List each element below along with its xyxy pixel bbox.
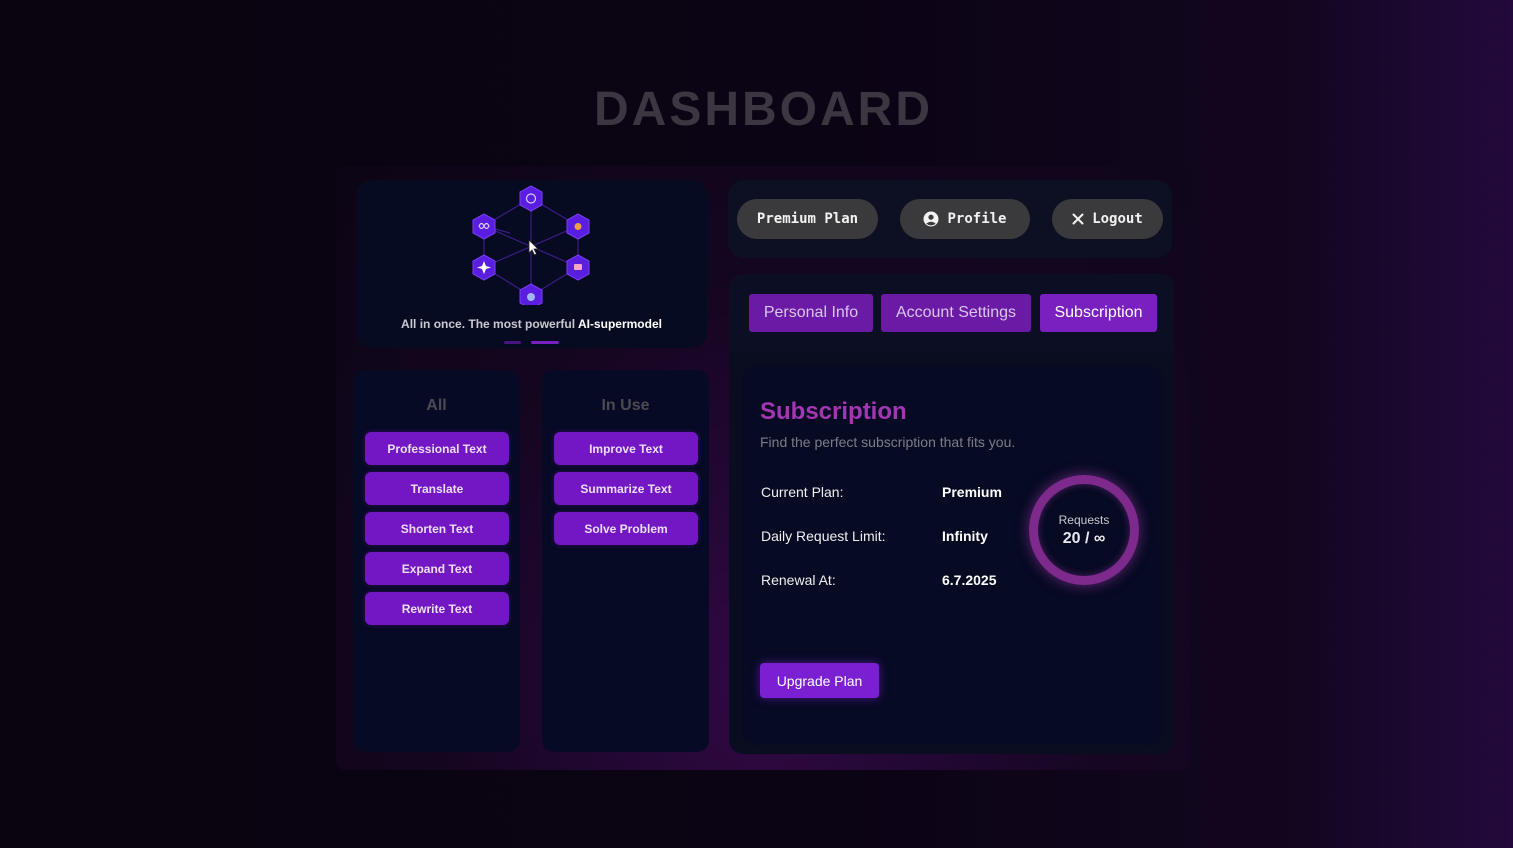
requests-value: 20 / ∞ bbox=[1062, 530, 1106, 547]
subscription-title: Subscription bbox=[760, 398, 907, 425]
premium-plan-label: Premium Plan bbox=[756, 211, 859, 227]
action-expand-text[interactable]: Expand Text bbox=[365, 552, 509, 585]
hero-tagline-prefix: All in once. The most powerful bbox=[401, 317, 578, 331]
daily-limit-value: Infinity bbox=[942, 528, 988, 544]
user-circle-icon bbox=[923, 211, 939, 227]
logout-button[interactable]: Logout bbox=[1052, 199, 1163, 239]
renewal-value: 6.7.2025 bbox=[942, 572, 997, 588]
profile-label: Profile bbox=[947, 211, 1007, 227]
profile-button[interactable]: Profile bbox=[900, 199, 1030, 239]
logout-label: Logout bbox=[1092, 211, 1143, 227]
in-use-actions-column bbox=[542, 370, 709, 752]
in-use-column-heading: In Use bbox=[601, 397, 650, 414]
cursor-icon bbox=[528, 239, 539, 256]
close-icon bbox=[1072, 213, 1084, 225]
daily-limit-label: Daily Request Limit: bbox=[761, 528, 886, 544]
current-plan-label: Current Plan: bbox=[761, 484, 844, 500]
page-title: DASHBOARD bbox=[594, 83, 933, 136]
action-professional-text[interactable]: Professional Text bbox=[365, 432, 509, 465]
tab-personal-info[interactable]: Personal Info bbox=[749, 294, 873, 332]
action-summarize-text[interactable]: Summarize Text bbox=[554, 472, 698, 505]
requests-label: Requests bbox=[1058, 513, 1110, 527]
action-shorten-text[interactable]: Shorten Text bbox=[365, 512, 509, 545]
action-translate[interactable]: Translate bbox=[365, 472, 509, 505]
renewal-label: Renewal At: bbox=[761, 572, 836, 588]
tab-account-settings[interactable]: Account Settings bbox=[881, 294, 1031, 332]
current-plan-value: Premium bbox=[942, 484, 1002, 500]
action-improve-text[interactable]: Improve Text bbox=[554, 432, 698, 465]
premium-plan-button[interactable]: Premium Plan bbox=[737, 199, 878, 239]
subscription-subtitle: Find the perfect subscription that fits … bbox=[760, 434, 1016, 450]
hero-tagline-highlight: AI-supermodel bbox=[577, 317, 662, 331]
all-column-heading: All bbox=[426, 397, 447, 414]
hero-tagline: All in once. The most powerful AI-superm… bbox=[356, 317, 707, 331]
hero-card: All in once. The most powerful AI-superm… bbox=[356, 180, 707, 348]
carousel-dot-active[interactable] bbox=[531, 341, 559, 344]
openai-icon bbox=[519, 185, 543, 212]
action-solve-problem[interactable]: Solve Problem bbox=[554, 512, 698, 545]
action-rewrite-text[interactable]: Rewrite Text bbox=[365, 592, 509, 625]
tab-subscription[interactable]: Subscription bbox=[1040, 294, 1157, 332]
carousel-dot[interactable] bbox=[504, 341, 521, 344]
upgrade-plan-button[interactable]: Upgrade Plan bbox=[760, 663, 879, 698]
